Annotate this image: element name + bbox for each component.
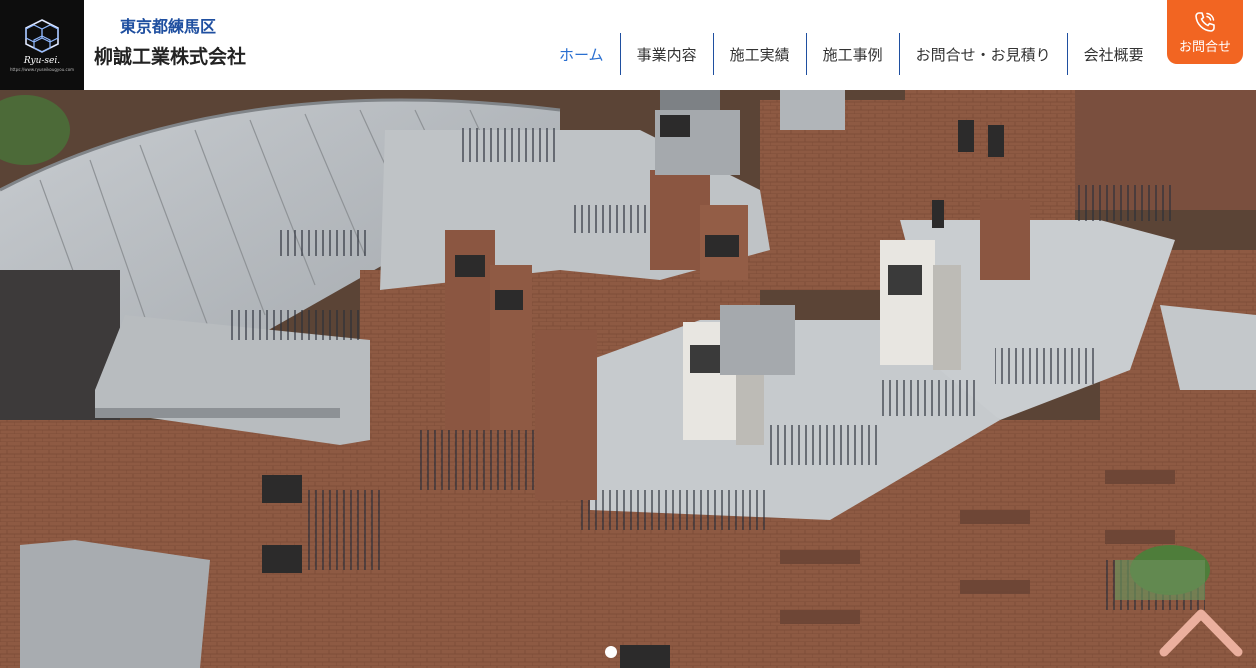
logo-url: https://www.ryuseikougyou.com bbox=[9, 67, 75, 72]
slider-dot-1[interactable] bbox=[605, 646, 617, 658]
nav-item-results[interactable]: 施工実績 bbox=[714, 33, 807, 75]
scroll-to-top-icon[interactable] bbox=[1156, 602, 1246, 662]
company-name[interactable]: 柳誠工業株式会社 bbox=[94, 42, 246, 69]
phone-icon bbox=[1195, 11, 1215, 32]
main-nav: ホーム 事業内容 施工実績 施工事例 お問合せ・お見積り 会社概要 bbox=[543, 33, 1160, 75]
nav-item-contact-quote[interactable]: お問合せ・お見積り bbox=[900, 33, 1068, 75]
hero-building-image bbox=[0, 90, 1256, 668]
nav-item-services[interactable]: 事業内容 bbox=[621, 33, 714, 75]
contact-button-label: お問合せ bbox=[1178, 39, 1231, 55]
logo-text: Ryu-sei. bbox=[23, 56, 61, 66]
contact-button[interactable]: お問合せ bbox=[1167, 0, 1243, 64]
nav-item-home[interactable]: ホーム bbox=[543, 33, 621, 75]
site-header: Ryu-sei. https://www.ryuseikougyou.com 東… bbox=[0, 0, 1256, 90]
nav-item-cases[interactable]: 施工事例 bbox=[807, 33, 900, 75]
hexagon-logo-icon bbox=[25, 19, 59, 53]
nav-item-company[interactable]: 会社概要 bbox=[1068, 33, 1160, 75]
hero-slider[interactable] bbox=[0, 90, 1256, 668]
site-logo[interactable]: Ryu-sei. https://www.ryuseikougyou.com bbox=[0, 0, 84, 90]
location-label: 東京都練馬区 bbox=[120, 17, 217, 36]
